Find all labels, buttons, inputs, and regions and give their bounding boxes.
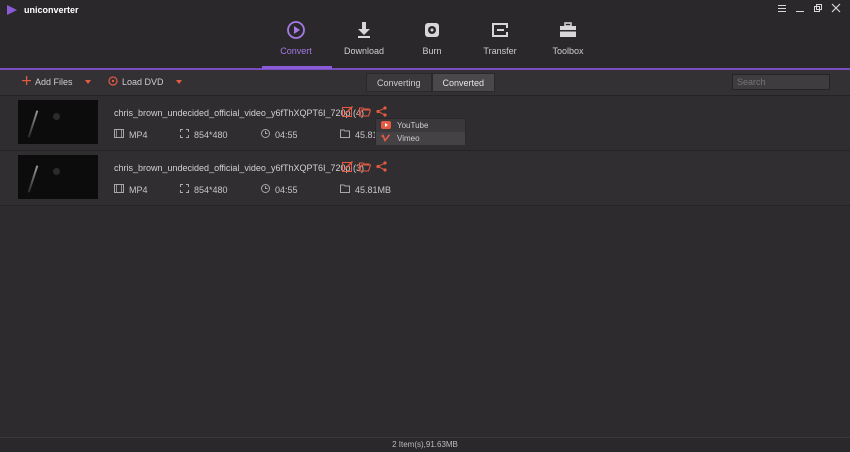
window-controls xyxy=(776,2,842,14)
logo-icon xyxy=(6,4,18,16)
load-dvd-label: Load DVD xyxy=(122,77,164,87)
folder-open-icon[interactable] xyxy=(358,161,372,172)
disc-icon xyxy=(422,20,442,40)
search-input[interactable] xyxy=(732,74,830,90)
resolution-label: 854*480 xyxy=(194,129,228,140)
share-item-label: Vimeo xyxy=(397,134,420,143)
resolution-info: 854*480 xyxy=(180,129,228,140)
video-thumbnail xyxy=(18,155,98,199)
main-nav: Convert Download Burn Transfer Toolbox xyxy=(262,18,602,68)
resolution-icon xyxy=(180,184,189,195)
duration-info: 04:55 xyxy=(261,129,298,140)
file-name: chris_brown_undecided_official_video_y6f… xyxy=(114,163,364,173)
app-logo: uniconverter xyxy=(6,4,79,16)
film-icon xyxy=(114,184,124,195)
share-menu: YouTube Vimeo xyxy=(375,118,466,145)
plus-icon xyxy=(22,76,31,87)
share-icon[interactable] xyxy=(376,161,387,172)
convert-play-icon xyxy=(286,20,306,40)
nav-label: Toolbox xyxy=(552,46,584,56)
duration-label: 04:55 xyxy=(275,129,298,140)
close-icon[interactable] xyxy=(830,2,842,14)
tab-converted[interactable]: Converted xyxy=(431,73,496,92)
restore-icon[interactable] xyxy=(812,2,824,14)
nav-label: Download xyxy=(343,46,385,56)
size-info: 45.81MB xyxy=(340,184,391,195)
youtube-icon xyxy=(381,120,391,131)
nav-convert[interactable]: Convert xyxy=(262,18,330,68)
duration-label: 04:55 xyxy=(275,184,298,195)
size-label: 45.81MB xyxy=(355,184,392,195)
folder-icon xyxy=(340,129,350,140)
format-label: MP4 xyxy=(129,129,148,140)
vimeo-icon xyxy=(381,133,391,144)
tab-converting[interactable]: Converting xyxy=(366,73,432,92)
toolbox-icon xyxy=(558,20,578,40)
resolution-info: 854*480 xyxy=(180,184,228,195)
load-dvd-button[interactable]: Load DVD xyxy=(108,76,182,88)
download-icon xyxy=(354,20,374,40)
toolbar: Add Files Load DVD Converting Converted xyxy=(0,70,850,96)
minimize-icon[interactable] xyxy=(794,2,806,14)
video-thumbnail xyxy=(18,100,98,144)
share-icon[interactable] xyxy=(376,106,387,117)
edit-icon[interactable] xyxy=(342,161,353,172)
clock-icon xyxy=(261,184,270,195)
nav-transfer[interactable]: Transfer xyxy=(466,18,534,68)
resolution-icon xyxy=(180,129,189,140)
folder-open-icon[interactable] xyxy=(358,106,372,117)
resolution-label: 854*480 xyxy=(194,184,228,195)
share-youtube[interactable]: YouTube xyxy=(376,119,465,132)
duration-info: 04:55 xyxy=(261,184,298,195)
nav-burn[interactable]: Burn xyxy=(398,18,466,68)
app-name: uniconverter xyxy=(24,5,79,15)
share-item-label: YouTube xyxy=(397,121,429,130)
add-files-label: Add Files xyxy=(35,76,73,87)
nav-label: Burn xyxy=(422,46,442,56)
nav-toolbox[interactable]: Toolbox xyxy=(534,18,602,68)
format-info: MP4 xyxy=(114,184,148,195)
transfer-icon xyxy=(490,20,510,40)
film-icon xyxy=(114,129,124,140)
folder-icon xyxy=(340,184,350,195)
format-info: MP4 xyxy=(114,129,148,140)
nav-label: Transfer xyxy=(483,46,517,56)
status-bar: 2 Item(s),91.63MB xyxy=(0,437,850,452)
format-label: MP4 xyxy=(129,184,148,195)
menu-icon[interactable] xyxy=(776,2,788,14)
dvd-icon xyxy=(108,76,118,88)
row-actions xyxy=(342,161,387,172)
top-bar: uniconverter Convert Download Burn Trans… xyxy=(0,0,850,70)
share-vimeo[interactable]: Vimeo xyxy=(376,132,465,145)
edit-icon[interactable] xyxy=(342,106,353,117)
nav-download[interactable]: Download xyxy=(330,18,398,68)
nav-label: Convert xyxy=(280,46,312,56)
chevron-down-icon[interactable] xyxy=(175,80,182,84)
row-actions xyxy=(342,106,387,117)
list-item[interactable]: chris_brown_undecided_official_video_y6f… xyxy=(0,151,850,206)
active-tab-indicator xyxy=(262,66,332,69)
chevron-down-icon[interactable] xyxy=(84,79,91,84)
status-tabs: Converting Converted xyxy=(366,73,496,92)
file-name: chris_brown_undecided_official_video_y6f… xyxy=(114,108,364,118)
add-files-button[interactable]: Add Files xyxy=(22,76,91,87)
clock-icon xyxy=(261,129,270,140)
